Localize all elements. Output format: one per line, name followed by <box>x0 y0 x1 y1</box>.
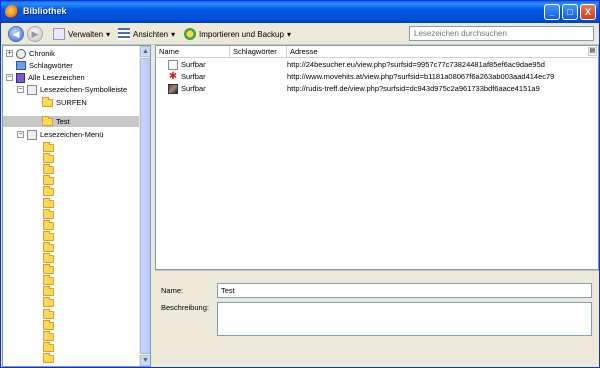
tree-item-tags[interactable]: Schlagwörter <box>16 60 73 71</box>
forward-button[interactable]: ▶ <box>27 26 43 42</box>
chevron-down-icon: ▾ <box>171 29 176 39</box>
details-panel: Name: Beschreibung: <box>155 270 599 367</box>
import-label: Importieren und Backup <box>199 29 284 39</box>
toolbar-folder-icon <box>27 84 37 95</box>
library-window: Bibliothek _ □ X ◀ ▶ Verwalten ▾ Ansicht… <box>0 0 600 368</box>
folder-icon[interactable] <box>43 186 54 197</box>
red-star-icon: ✱ <box>168 71 178 82</box>
photo-icon <box>168 84 178 94</box>
bookmark-name: Surfbar <box>181 60 206 69</box>
bookmark-row[interactable]: Surfbar http://24besucher.eu/view.php?su… <box>156 59 598 71</box>
tree-item-label: Chronik <box>29 49 55 58</box>
minimize-button[interactable]: _ <box>544 4 560 20</box>
folder-icon[interactable] <box>43 264 54 275</box>
organize-icon <box>53 28 65 40</box>
folder-icon[interactable] <box>43 286 54 297</box>
tree-item-history[interactable]: + Chronik <box>6 48 55 59</box>
tree-item-label: SURFEN <box>56 98 87 107</box>
organize-menu-button[interactable]: Verwalten ▾ <box>53 27 110 41</box>
bookmark-name: Surfbar <box>181 84 206 93</box>
expand-icon[interactable]: + <box>6 50 13 57</box>
window-title: Bibliothek <box>23 6 67 16</box>
firefox-icon <box>5 5 19 19</box>
folder-icon[interactable] <box>43 208 54 219</box>
import-star-icon <box>184 28 196 40</box>
views-menu-button[interactable]: Ansichten ▾ <box>118 27 175 41</box>
folder-icon[interactable] <box>43 319 54 330</box>
bookmark-address: http://24besucher.eu/view.php?surfsid=99… <box>287 60 545 69</box>
folder-icon[interactable] <box>43 197 54 208</box>
maximize-button[interactable]: □ <box>562 4 578 20</box>
collapse-icon[interactable]: − <box>17 131 24 138</box>
tree-item-label: Schlagwörter <box>29 61 73 70</box>
tree-item-surfen[interactable]: SURFEN <box>42 96 87 108</box>
organize-label: Verwalten <box>68 29 104 39</box>
import-backup-menu-button[interactable]: Importieren und Backup ▾ <box>184 27 291 41</box>
page-icon <box>168 60 178 70</box>
name-label: Name: <box>161 286 184 295</box>
tree-item-label: Lesezeichen-Menü <box>40 130 104 139</box>
bookmark-name: Surfbar <box>181 72 206 81</box>
scroll-down-arrow-icon[interactable]: ▼ <box>140 355 150 366</box>
folder-icon[interactable] <box>43 275 54 286</box>
folder-icon[interactable] <box>43 308 54 319</box>
tree-item-label: Alle Lesezeichen <box>28 73 85 82</box>
bookmark-row[interactable]: Surfbar http://rudis-treff.de/view.php?s… <box>156 83 598 95</box>
folder-icon <box>42 115 53 126</box>
description-label: Beschreibung: <box>161 303 209 312</box>
folder-icon[interactable] <box>43 175 54 186</box>
tree-item-label: Lesezeichen-Symbolleiste <box>40 85 128 94</box>
name-field[interactable] <box>217 283 592 298</box>
menu-folder-icon <box>27 129 37 140</box>
scroll-thumb[interactable] <box>140 58 150 354</box>
close-button[interactable]: X <box>580 4 596 20</box>
bookmark-address: http://rudis-treff.de/view.php?surfsid=d… <box>287 84 540 93</box>
scroll-up-arrow-icon[interactable]: ▲ <box>140 46 150 57</box>
folder-icon[interactable] <box>43 153 54 164</box>
folder-icon[interactable] <box>43 297 54 308</box>
tree-item-label: Test <box>56 117 70 126</box>
tag-icon <box>16 61 26 70</box>
bookmarks-icon <box>16 72 25 83</box>
search-input[interactable] <box>409 26 594 41</box>
bookmark-row[interactable]: ✱ Surfbar http://www.movehits.at/view.ph… <box>156 71 598 83</box>
tree-item-test[interactable]: Test <box>42 115 70 127</box>
clock-icon <box>16 48 26 59</box>
selection-highlight <box>3 116 139 127</box>
tree-item-bookmarks-toolbar[interactable]: − Lesezeichen-Symbolleiste <box>17 84 127 95</box>
views-label: Ansichten <box>133 29 169 39</box>
folder-icon[interactable] <box>43 219 54 230</box>
collapse-icon[interactable]: − <box>6 74 13 81</box>
folder-icon <box>42 96 53 107</box>
column-header-address[interactable]: Adresse <box>287 46 589 57</box>
folder-icon[interactable] <box>43 230 54 241</box>
folder-tree: + Chronik Schlagwörter − Alle Lesezeiche… <box>2 45 151 367</box>
chevron-down-icon: ▾ <box>106 29 111 39</box>
title-bar[interactable]: Bibliothek _ □ X <box>1 1 599 23</box>
bookmark-list: Name Schlagwörter Adresse ▤ Surfbar http… <box>155 45 599 270</box>
column-header-name[interactable]: Name <box>156 46 230 57</box>
tree-item-bookmarks-menu[interactable]: − Lesezeichen-Menü <box>17 129 103 140</box>
list-view-icon <box>118 28 130 40</box>
collapse-icon[interactable]: − <box>17 86 24 93</box>
toolbar: ◀ ▶ Verwalten ▾ Ansichten ▾ Importieren … <box>1 23 599 45</box>
folder-icon[interactable] <box>43 164 54 175</box>
bookmark-address: http://www.movehits.at/view.php?surfsid=… <box>287 72 555 81</box>
chevron-down-icon: ▾ <box>286 29 291 39</box>
folder-icon[interactable] <box>43 241 54 252</box>
back-button[interactable]: ◀ <box>8 26 24 42</box>
tree-item-all-bookmarks[interactable]: − Alle Lesezeichen <box>6 72 85 83</box>
folder-icon[interactable] <box>43 142 54 152</box>
column-header-tags[interactable]: Schlagwörter <box>230 46 287 57</box>
folder-icon[interactable] <box>43 341 54 352</box>
folder-icon[interactable] <box>43 352 54 363</box>
description-field[interactable] <box>217 302 592 336</box>
folder-icon[interactable] <box>43 330 54 341</box>
tree-scrollbar[interactable]: ▲ ▼ <box>139 46 150 366</box>
folder-icon[interactable] <box>43 253 54 263</box>
column-picker-icon[interactable]: ▤ <box>588 47 597 56</box>
header-divider <box>156 57 598 58</box>
